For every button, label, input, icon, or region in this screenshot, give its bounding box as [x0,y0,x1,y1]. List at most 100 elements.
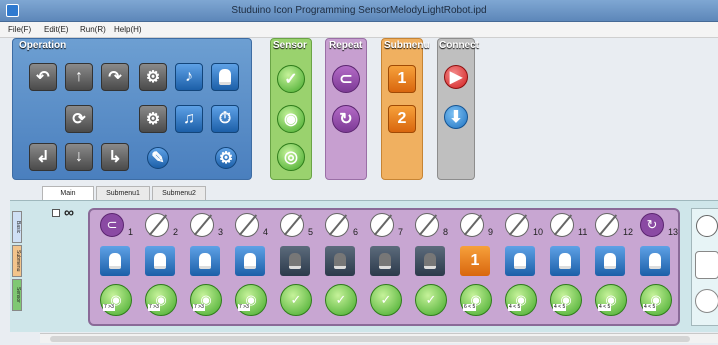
condition-label: 4 < 5 [508,304,522,311]
light-sensor-icon[interactable]: ◎ [277,143,305,171]
next-slot-mid[interactable] [695,251,718,279]
sound-sensor-icon[interactable]: ◉ 7 >3 [145,284,177,316]
light-on-icon[interactable] [190,246,220,276]
empty-slot-icon[interactable] [235,213,259,237]
empty-slot-icon[interactable] [370,213,394,237]
tab-main[interactable]: Main [42,186,94,200]
light-on-icon[interactable] [235,246,265,276]
next-column[interactable] [691,208,718,326]
sound-sensor-icon[interactable]: ◉ 7 >3 [100,284,132,316]
tab-submenu2[interactable]: Submenu2 [152,186,206,200]
light-icon[interactable] [211,63,239,91]
program-column[interactable]: 11 ◉ 4 < 5 [546,210,590,328]
menu-help[interactable]: Help(H) [114,25,142,34]
check-icon[interactable]: ✓ [370,284,402,316]
submenu-2-icon[interactable]: 2 [388,105,416,133]
program-column[interactable]: 10 ◉ 4 < 5 [501,210,545,328]
sound-sensor-icon[interactable]: ◉ 7 >3 [235,284,267,316]
run-icon[interactable]: ▶ [444,65,468,89]
light-off-icon[interactable] [415,246,445,276]
sound-sensor-icon[interactable]: ◉ 6 < 5 [460,284,492,316]
menu-edit[interactable]: Edit(E) [44,25,68,34]
empty-slot-icon[interactable] [505,213,529,237]
light-off-icon[interactable] [370,246,400,276]
sound-sensor-icon[interactable]: ◉ 4 < 5 [640,284,672,316]
repeat-start-icon[interactable]: ⊂ [332,65,360,93]
light-on-icon[interactable] [145,246,175,276]
program-column[interactable]: 9 1 ◉ 6 < 5 [456,210,500,328]
light-on-icon[interactable] [100,246,130,276]
melody-icon[interactable]: ♫ [175,105,203,133]
check-icon[interactable]: ✓ [325,284,357,316]
timer-icon[interactable]: ⏱ [211,105,239,133]
program-column[interactable]: 5 ✓ [276,210,320,328]
next-slot-bot[interactable] [695,289,718,313]
back-right-icon[interactable]: ↳ [101,143,129,171]
sound-sensor-icon[interactable]: ◉ 4 < 5 [505,284,537,316]
program-area[interactable]: ⊂ 1 ◉ 7 >3 2 ◉ 7 >3 3 ◉ 7 >3 4 ◉ 7 >3 5 ✓ 6 ✓ 7 ✓ 8 ✓ 9 1 ◉ 6 < … [88,208,680,326]
back-left-icon[interactable]: ↲ [29,143,57,171]
empty-slot-icon[interactable] [415,213,439,237]
gear-icon[interactable]: ⚙ [215,147,237,169]
light-on-icon[interactable] [640,246,670,276]
program-column[interactable]: 12 ◉ 4 < 5 [591,210,635,328]
strip-submenu[interactable]: Submenu [12,245,22,277]
strip-sensor[interactable]: Sensor [12,279,22,311]
servo-icon[interactable]: ⚙ [139,105,167,133]
loop-checkbox[interactable] [52,209,60,217]
program-column[interactable]: 2 ◉ 7 >3 [141,210,185,328]
menu-file[interactable]: File(F) [8,25,31,34]
submenu-1-icon[interactable]: 1 [460,246,490,276]
empty-slot-icon[interactable] [190,213,214,237]
lamp-shape [334,253,346,269]
light-off-icon[interactable] [325,246,355,276]
motor-icon[interactable]: ⚙ [139,63,167,91]
sound-sensor-icon[interactable]: ◉ [277,105,305,133]
turn-left-icon[interactable]: ↶ [29,63,57,91]
program-column[interactable]: 3 ◉ 7 >3 [186,210,230,328]
empty-slot-icon[interactable] [145,213,169,237]
forward-icon[interactable]: ↑ [65,63,93,91]
empty-slot-icon[interactable] [595,213,619,237]
buzzer-icon[interactable]: ♪ [175,63,203,91]
turn-right-icon[interactable]: ↷ [101,63,129,91]
program-column[interactable]: 8 ✓ [411,210,455,328]
backward-icon[interactable]: ↓ [65,143,93,171]
sound-sensor-icon[interactable]: ◉ 7 >3 [190,284,222,316]
lamp-shape [289,253,301,269]
slash-mark [148,214,168,236]
horizontal-scrollbar[interactable] [40,333,718,343]
sound-sensor-icon[interactable]: ◉ 4 < 5 [595,284,627,316]
light-off-icon[interactable] [280,246,310,276]
tab-submenu1[interactable]: Submenu1 [96,186,150,200]
program-column[interactable]: 6 ✓ [321,210,365,328]
touch-sensor-icon[interactable]: ✓ [277,65,305,93]
check-icon[interactable]: ✓ [415,284,447,316]
empty-slot-icon[interactable] [460,213,484,237]
program-column[interactable]: 7 ✓ [366,210,410,328]
strip-basic[interactable]: Basic [12,211,22,243]
check-icon[interactable]: ✓ [280,284,312,316]
settings-wrench-icon[interactable]: ✎ [147,147,169,169]
lamp-shape [154,253,166,269]
program-column[interactable]: ↻ 13 ◉ 4 < 5 [636,210,680,328]
light-on-icon[interactable] [505,246,535,276]
program-column[interactable]: 4 ◉ 7 >3 [231,210,275,328]
sound-sensor-icon[interactable]: ◉ 4 < 5 [550,284,582,316]
transfer-icon[interactable]: ⬇ [444,105,468,129]
empty-slot-icon[interactable] [325,213,349,237]
lamp-shape [199,253,211,269]
empty-slot-icon[interactable] [280,213,304,237]
repeat-end-icon[interactable]: ↻ [640,213,664,237]
menu-run[interactable]: Run(R) [80,25,106,34]
repeat-end-icon[interactable]: ↻ [332,105,360,133]
next-slot-top[interactable] [696,215,718,237]
empty-slot-icon[interactable] [550,213,574,237]
repeat-start-icon[interactable]: ⊂ [100,213,124,237]
rotate-icon[interactable]: ⟳ [65,105,93,133]
submenu-1-icon[interactable]: 1 [388,65,416,93]
program-column[interactable]: ⊂ 1 ◉ 7 >3 [96,210,140,328]
scroll-thumb[interactable] [50,336,690,342]
light-on-icon[interactable] [595,246,625,276]
light-on-icon[interactable] [550,246,580,276]
